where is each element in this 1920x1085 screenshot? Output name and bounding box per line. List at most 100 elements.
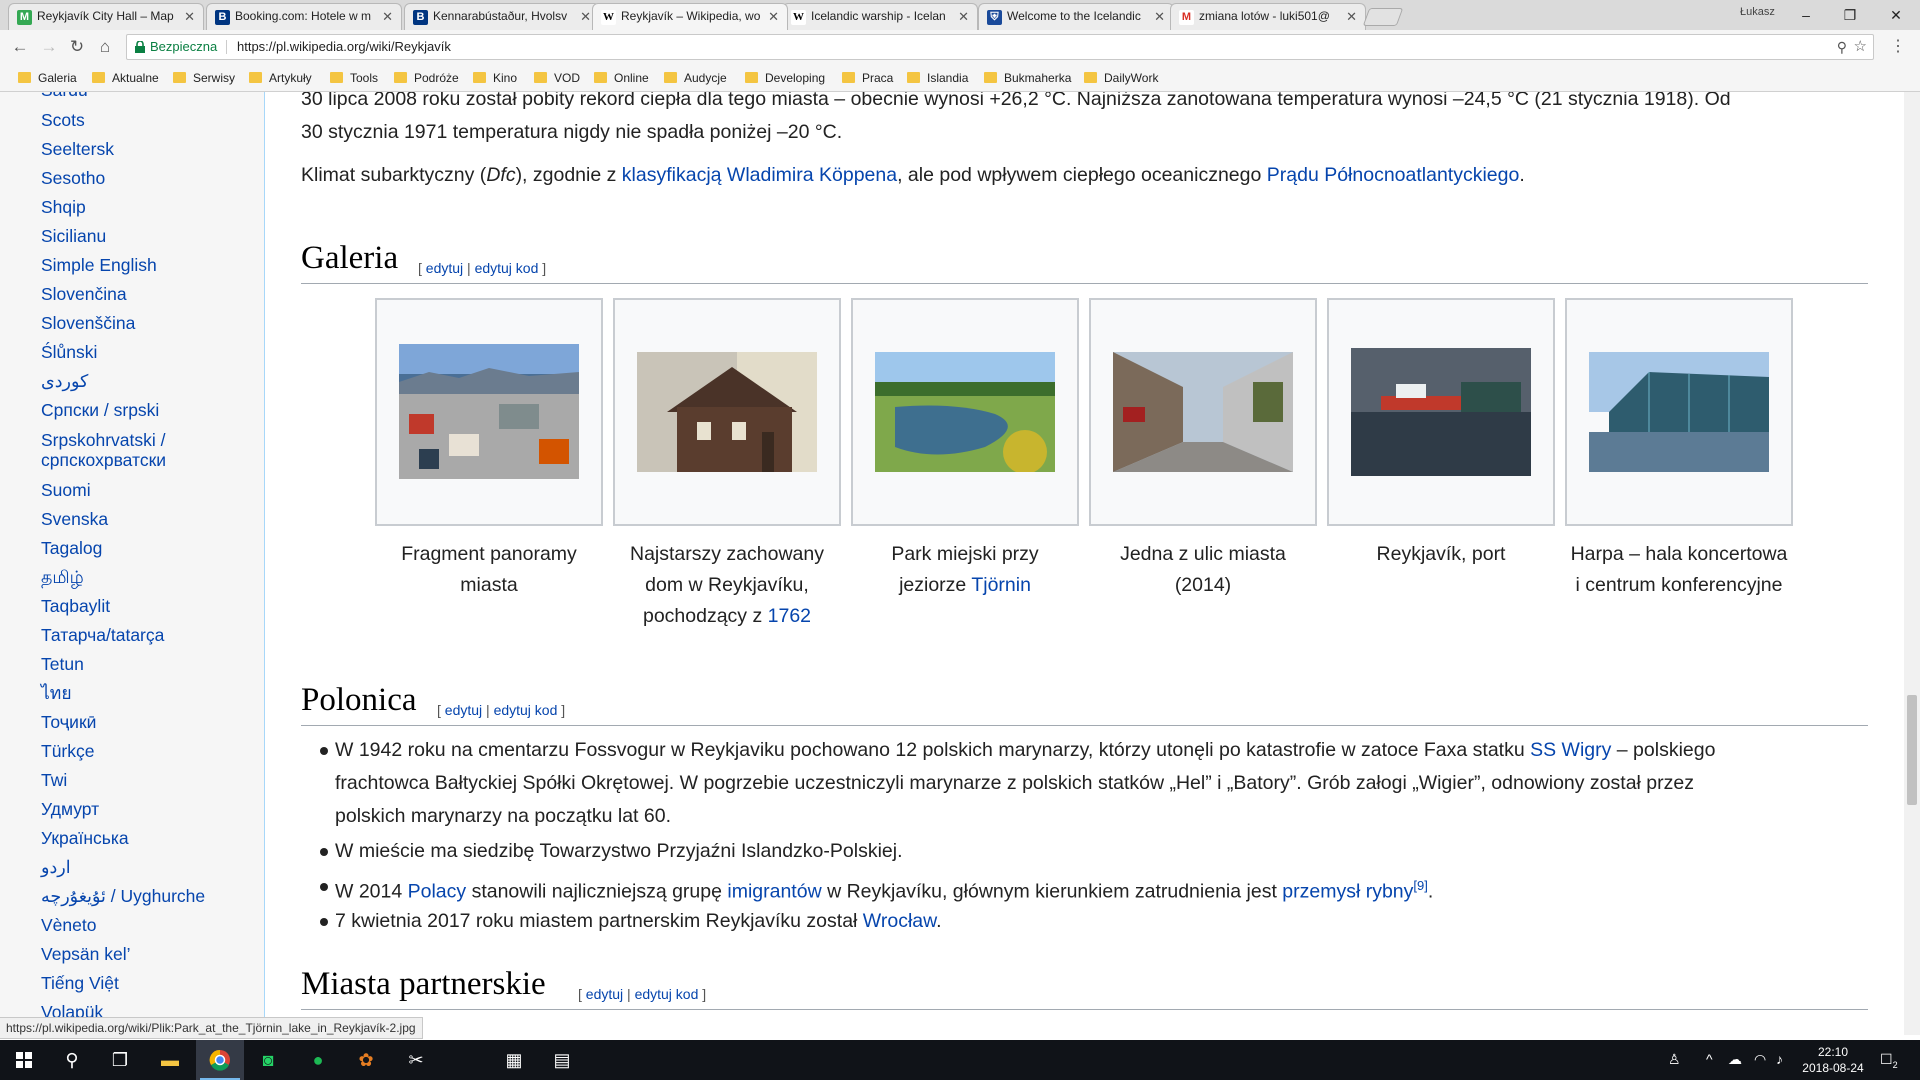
gallery-image-frame[interactable] bbox=[1327, 298, 1555, 526]
people-icon[interactable]: ♙ bbox=[1668, 1051, 1681, 1068]
bookmark-folder[interactable]: Aktualne bbox=[92, 71, 159, 85]
close-icon[interactable]: ✕ bbox=[958, 4, 969, 29]
language-link[interactable]: اردو bbox=[41, 857, 71, 877]
search-icon[interactable]: ⚲ bbox=[48, 1040, 96, 1080]
koppen-link[interactable]: klasyfikacją Wladimira Köppena bbox=[622, 164, 897, 186]
reference-link[interactable]: [9] bbox=[1413, 878, 1427, 893]
file-explorer-icon[interactable]: ▬ bbox=[146, 1040, 194, 1080]
back-arrow-icon[interactable]: ← bbox=[9, 36, 31, 58]
language-link[interactable]: Srpskohrvatski / bbox=[41, 430, 165, 450]
gallery-image-frame[interactable] bbox=[851, 298, 1079, 526]
edit-link[interactable]: edytuj bbox=[445, 702, 482, 718]
bookmark-folder[interactable]: Serwisy bbox=[173, 71, 235, 85]
tjornin-link[interactable]: Tjörnin bbox=[971, 574, 1031, 596]
tab-maps[interactable]: M Reykjavík City Hall – Map ✕ bbox=[8, 3, 204, 30]
close-icon[interactable]: ✕ bbox=[184, 4, 195, 29]
edit-link[interactable]: edytuj bbox=[586, 986, 623, 1002]
edit-code-link[interactable]: edytuj kod bbox=[475, 260, 539, 276]
maximize-button[interactable]: ❐ bbox=[1830, 3, 1870, 27]
close-icon[interactable]: ✕ bbox=[382, 4, 393, 29]
calculator-icon[interactable]: ▤ bbox=[538, 1040, 586, 1080]
task-view-icon[interactable]: ❐ bbox=[96, 1040, 144, 1080]
tab-icelandic-coast[interactable]: ⛨ Welcome to the Icelandic ✕ bbox=[978, 3, 1174, 30]
close-icon[interactable]: ✕ bbox=[1154, 4, 1165, 29]
gallery-image-frame[interactable] bbox=[1089, 298, 1317, 526]
system-clock[interactable]: 22:10 2018-08-24 bbox=[1798, 1044, 1868, 1076]
notification-center-icon[interactable]: ☐2 bbox=[1880, 1051, 1898, 1070]
bookmark-folder[interactable]: Bukmaherka bbox=[984, 71, 1071, 85]
language-link[interactable]: Svenska bbox=[41, 509, 108, 529]
language-link[interactable]: Slovenčina bbox=[41, 284, 127, 304]
chrome-icon[interactable] bbox=[196, 1040, 244, 1080]
whatsapp-icon[interactable]: ◙ bbox=[244, 1040, 292, 1080]
bookmark-folder[interactable]: VOD bbox=[534, 71, 580, 85]
url-text[interactable]: https://pl.wikipedia.org/wiki/Reykjavík bbox=[237, 35, 451, 59]
ss-wigry-link[interactable]: SS Wigry bbox=[1530, 739, 1611, 761]
minimize-button[interactable]: – bbox=[1786, 3, 1826, 27]
forward-arrow-icon[interactable]: → bbox=[38, 36, 60, 58]
bookmark-folder[interactable]: Developing bbox=[745, 71, 825, 85]
language-link[interactable]: Sicilianu bbox=[41, 226, 106, 246]
tab-wikipedia-reykjavik[interactable]: W Reykjavík – Wikipedia, wo ✕ bbox=[592, 3, 788, 30]
close-window-button[interactable]: ✕ bbox=[1876, 3, 1916, 27]
edit-code-link[interactable]: edytuj kod bbox=[635, 986, 699, 1002]
bookmark-folder[interactable]: Audycje bbox=[664, 71, 727, 85]
tab-booking-2[interactable]: B Kennarabústaður, Hvolsv ✕ bbox=[404, 3, 600, 30]
language-link-cont[interactable]: српскохрватски bbox=[41, 450, 166, 470]
bookmark-folder[interactable]: Praca bbox=[842, 71, 893, 85]
onedrive-icon[interactable]: ☁ bbox=[1728, 1051, 1742, 1068]
polacy-link[interactable]: Polacy bbox=[408, 881, 467, 903]
language-link[interactable]: Twi bbox=[41, 770, 67, 790]
edit-code-link[interactable]: edytuj kod bbox=[494, 702, 558, 718]
language-link[interactable]: Tiếng Việt bbox=[41, 973, 119, 993]
immigrants-link[interactable]: imigrantów bbox=[727, 881, 821, 903]
fishing-industry-link[interactable]: przemysł rybny bbox=[1282, 881, 1413, 903]
edit-link[interactable]: edytuj bbox=[426, 260, 463, 276]
language-link[interactable]: Српски / srpski bbox=[41, 400, 159, 420]
bookmark-folder[interactable]: Galeria bbox=[18, 71, 77, 85]
bookmark-folder[interactable]: Podróże bbox=[394, 71, 459, 85]
language-link[interactable]: کوردی bbox=[41, 371, 88, 391]
profile-name[interactable]: Łukasz bbox=[1740, 6, 1775, 18]
language-link[interactable]: Suomi bbox=[41, 480, 91, 500]
gallery-image-frame[interactable] bbox=[1565, 298, 1793, 526]
zoom-icon[interactable]: ⚲ bbox=[1837, 35, 1847, 59]
language-link[interactable]: Tetun bbox=[41, 654, 84, 674]
language-link[interactable]: Sardu bbox=[41, 92, 88, 100]
bookmark-folder[interactable]: Artykuły bbox=[249, 71, 312, 85]
language-link[interactable]: Seeltersk bbox=[41, 139, 114, 159]
gallery-image-frame[interactable] bbox=[375, 298, 603, 526]
bookmark-folder[interactable]: DailyWork bbox=[1084, 71, 1158, 85]
media-icon[interactable]: ▦ bbox=[490, 1040, 538, 1080]
menu-icon[interactable]: ⋮ bbox=[1890, 36, 1906, 56]
show-hidden-icons-icon[interactable]: ^ bbox=[1706, 1051, 1713, 1067]
language-link[interactable]: ไทย bbox=[41, 683, 72, 703]
tab-gmail[interactable]: M zmiana lotów - luki501@ ✕ bbox=[1170, 3, 1366, 30]
wroclaw-link[interactable]: Wrocław bbox=[863, 910, 936, 932]
scrollbar-thumb[interactable] bbox=[1907, 695, 1917, 805]
vertical-scrollbar[interactable] bbox=[1904, 92, 1920, 1035]
reload-icon[interactable]: ↻ bbox=[66, 36, 88, 58]
gulf-stream-link[interactable]: Prądu Północnoatlantyckiego bbox=[1267, 164, 1520, 186]
language-link[interactable]: Тоҷикӣ bbox=[41, 712, 96, 732]
language-link[interactable]: Vepsän kel’ bbox=[41, 944, 131, 964]
tab-booking[interactable]: B Booking.com: Hotele w m ✕ bbox=[206, 3, 402, 30]
gallery-image-frame[interactable] bbox=[613, 298, 841, 526]
close-icon[interactable]: ✕ bbox=[1346, 4, 1357, 29]
year-link[interactable]: 1762 bbox=[768, 605, 811, 627]
volume-icon[interactable]: ♪ bbox=[1776, 1051, 1783, 1067]
tab-wikipedia-warship[interactable]: W Icelandic warship - Icelan ✕ bbox=[782, 3, 978, 30]
language-link[interactable]: Удмурт bbox=[41, 799, 99, 819]
wifi-icon[interactable]: ◠ bbox=[1754, 1051, 1766, 1068]
language-link[interactable]: Sesotho bbox=[41, 168, 105, 188]
language-link[interactable]: Vèneto bbox=[41, 915, 96, 935]
language-link[interactable]: Татарча/tatarça bbox=[41, 625, 164, 645]
language-link[interactable]: Türkçe bbox=[41, 741, 94, 761]
language-link[interactable]: Scots bbox=[41, 110, 85, 130]
language-link[interactable]: Українська bbox=[41, 828, 129, 848]
language-link[interactable]: ئۇيغۇرچە / Uyghurche bbox=[41, 886, 205, 906]
language-link[interactable]: Simple English bbox=[41, 255, 157, 275]
photos-icon[interactable]: ✿ bbox=[342, 1040, 390, 1080]
language-link[interactable]: Taqbaylit bbox=[41, 596, 110, 616]
bookmark-folder[interactable]: Kino bbox=[473, 71, 517, 85]
